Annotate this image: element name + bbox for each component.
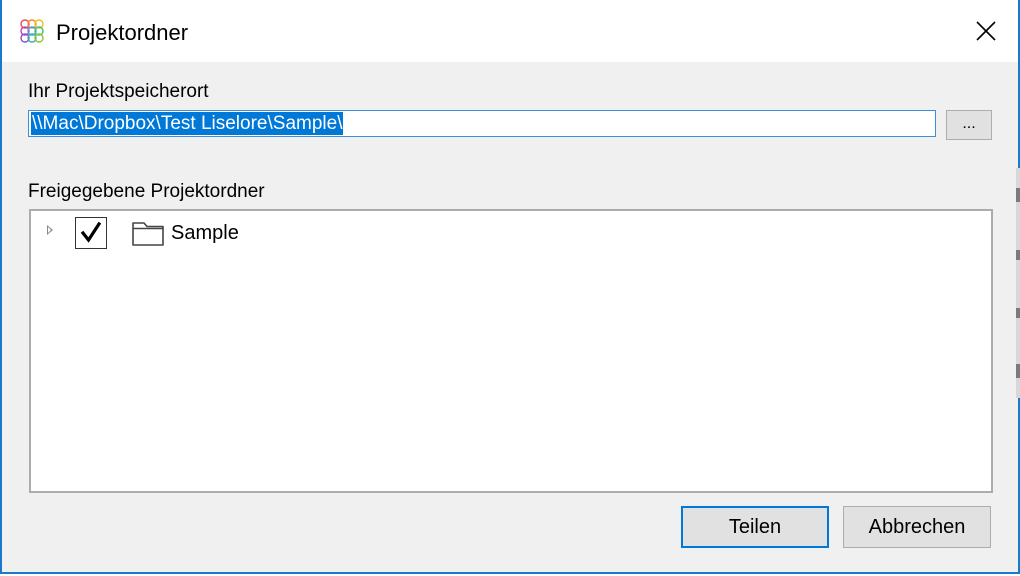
location-label: Ihr Projektspeicherort [28, 81, 209, 102]
tree-item[interactable]: Sample [31, 211, 991, 255]
project-location-input[interactable]: \\Mac\Dropbox\Test Liselore\Sample\ [28, 110, 936, 137]
browse-button[interactable]: ... [946, 110, 992, 140]
cancel-button[interactable]: Abbrechen [843, 506, 991, 548]
shared-folders-label: Freigegebene Projektordner [28, 181, 265, 202]
close-icon [976, 21, 996, 41]
project-location-value: \\Mac\Dropbox\Test Liselore\Sample\ [31, 112, 344, 135]
share-button[interactable]: Teilen [681, 506, 829, 548]
background-window-edge [1016, 168, 1020, 398]
app-logo-icon [20, 19, 44, 43]
shared-folders-tree[interactable]: Sample [29, 209, 993, 493]
folder-icon [132, 222, 164, 246]
window-title: Projektordner [56, 20, 189, 45]
close-button[interactable] [954, 0, 1018, 62]
expand-arrow-icon[interactable] [47, 225, 53, 235]
tree-item-checkbox[interactable] [75, 217, 107, 249]
title-bar: Projektordner [2, 0, 1018, 62]
checkmark-icon [80, 221, 102, 243]
tree-item-label: Sample [171, 222, 239, 244]
project-folder-dialog: Projektordner Ihr Projektspeicherort \\M… [0, 0, 1020, 574]
